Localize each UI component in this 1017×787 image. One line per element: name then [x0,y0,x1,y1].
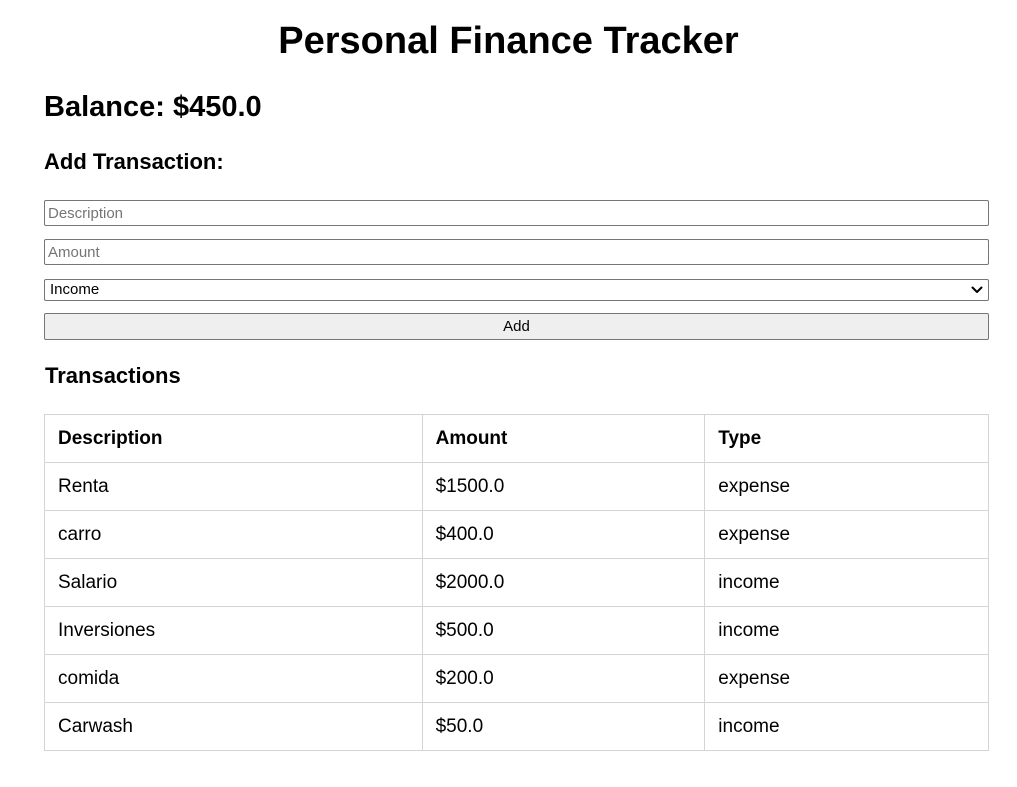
column-header-description: Description [44,414,423,463]
chevron-down-icon [971,286,983,293]
table-row: comida $200.0 expense [44,654,989,703]
description-input[interactable] [44,200,989,226]
table-row: carro $400.0 expense [44,510,989,559]
transactions-title: Transactions [45,363,181,388]
cell-type: expense [704,654,989,703]
cell-type: income [704,558,989,607]
cell-amount: $500.0 [421,606,706,655]
cell-description: Carwash [44,702,423,751]
cell-type: income [704,702,989,751]
cell-description: Inversiones [44,606,423,655]
table-row: Renta $1500.0 expense [44,462,989,511]
cell-description: carro [44,510,423,559]
page-title: Personal Finance Tracker [278,20,739,62]
cell-type: income [704,606,989,655]
balance-display: Balance: $450.0 [44,91,262,123]
table-header-row: Description Amount Type [44,414,989,463]
transactions-table: Description Amount Type Renta $1500.0 ex… [44,414,989,751]
cell-description: Salario [44,558,423,607]
cell-type: expense [704,510,989,559]
add-transaction-heading: Add Transaction: [44,149,224,174]
cell-amount: $400.0 [421,510,706,559]
table-row: Carwash $50.0 income [44,702,989,751]
add-button[interactable]: Add [44,313,989,340]
cell-type: expense [704,462,989,511]
column-header-type: Type [704,414,989,463]
cell-description: Renta [44,462,423,511]
table-row: Inversiones $500.0 income [44,606,989,655]
column-header-amount: Amount [421,414,706,463]
cell-amount: $1500.0 [421,462,706,511]
table-row: Salario $2000.0 income [44,558,989,607]
type-select-value: Income [50,281,100,298]
cell-amount: $50.0 [421,702,706,751]
cell-amount: $200.0 [421,654,706,703]
cell-amount: $2000.0 [421,558,706,607]
amount-input[interactable] [44,239,989,265]
type-select[interactable]: Income [44,279,989,301]
cell-description: comida [44,654,423,703]
